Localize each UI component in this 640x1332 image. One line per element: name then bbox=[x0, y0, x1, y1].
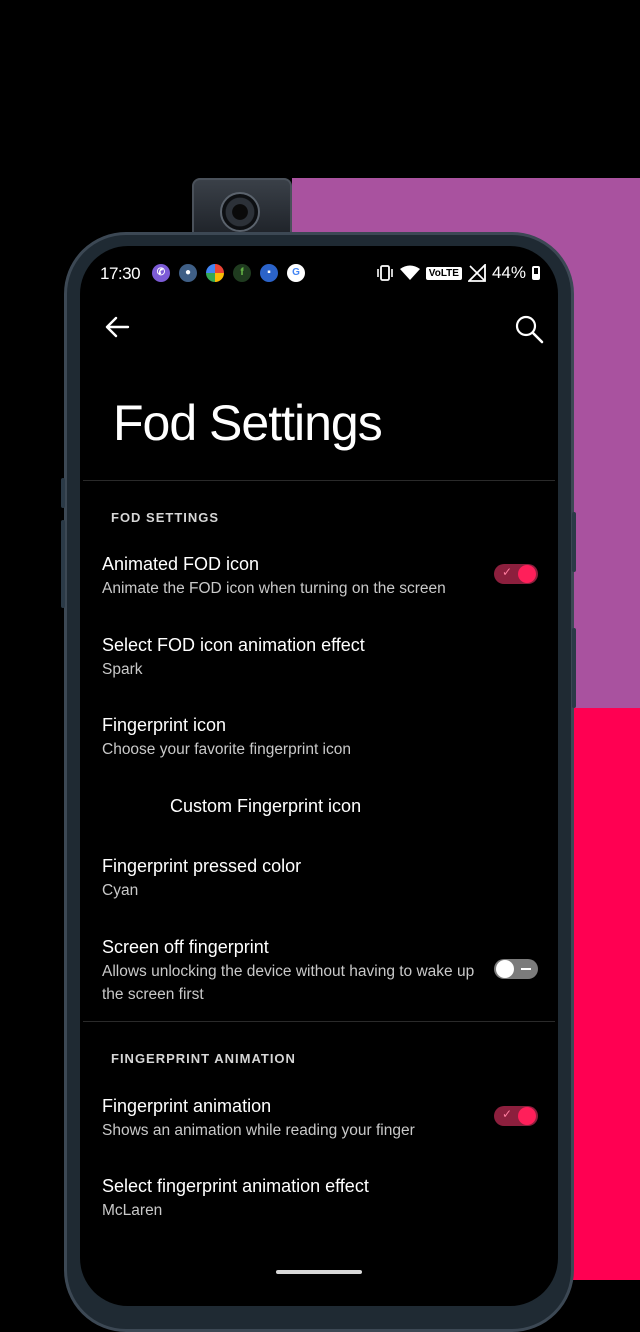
check-icon: ✓ bbox=[502, 565, 513, 579]
setting-title: Custom Fingerprint icon bbox=[170, 796, 362, 816]
setting-subtitle: Spark bbox=[102, 661, 143, 678]
gesture-nav-bar[interactable] bbox=[276, 1270, 362, 1274]
setting-fingerprint-animation[interactable]: Fingerprint animation Shows an animation… bbox=[102, 1096, 542, 1142]
camera-lens-icon bbox=[220, 192, 260, 232]
volte-badge: VoLTE bbox=[425, 266, 462, 280]
phone-button bbox=[61, 520, 65, 608]
status-bar: 17:30 ✆ ● f ▪ G VoLTE 44% bbox=[80, 246, 558, 302]
toggle-knob bbox=[518, 565, 536, 583]
setting-animated-fod-icon[interactable]: Animated FOD icon Animate the FOD icon w… bbox=[102, 554, 542, 600]
wifi-icon bbox=[399, 265, 420, 280]
steam-icon: ● bbox=[179, 264, 197, 282]
setting-screen-off-fingerprint[interactable]: Screen off fingerprint Allows unlocking … bbox=[102, 937, 477, 1006]
phone-screen: 17:30 ✆ ● f ▪ G VoLTE 44% Fod Settings F… bbox=[80, 246, 558, 1306]
divider bbox=[83, 1021, 555, 1022]
battery-percent: 44% bbox=[491, 263, 526, 282]
setting-title: Select fingerprint animation effect bbox=[102, 1176, 369, 1196]
setting-title: Select FOD icon animation effect bbox=[102, 635, 365, 655]
section-header-fingerprint-animation: FINGERPRINT ANIMATION bbox=[111, 1051, 296, 1066]
setting-subtitle: Choose your favorite fingerprint icon bbox=[102, 741, 351, 758]
setting-subtitle: McLaren bbox=[102, 1202, 163, 1219]
check-icon: ✓ bbox=[502, 1107, 513, 1121]
setting-title: Fingerprint icon bbox=[102, 715, 227, 735]
setting-subtitle: Allows unlocking the device without havi… bbox=[102, 963, 475, 1003]
back-arrow-icon[interactable] bbox=[102, 312, 132, 342]
fingerprint-animation-toggle[interactable]: ✓ bbox=[494, 1106, 538, 1126]
vibrate-icon bbox=[376, 265, 393, 281]
feedly-icon: f bbox=[233, 264, 251, 282]
setting-subtitle: Cyan bbox=[102, 882, 139, 899]
setting-fingerprint-animation-effect[interactable]: Select fingerprint animation effect McLa… bbox=[102, 1176, 542, 1222]
signal-icon bbox=[467, 264, 486, 282]
setting-title: Fingerprint pressed color bbox=[102, 856, 302, 876]
phone-button bbox=[61, 478, 65, 508]
animated-fod-icon-toggle[interactable]: ✓ bbox=[494, 564, 538, 584]
toggle-knob bbox=[518, 1107, 536, 1125]
section-header-fod-settings: FOD SETTINGS bbox=[111, 510, 220, 525]
phone-button bbox=[572, 512, 576, 572]
divider bbox=[83, 480, 555, 481]
setting-subtitle: Shows an animation while reading your fi… bbox=[102, 1122, 415, 1139]
toolbar bbox=[80, 308, 558, 352]
status-time: 17:30 bbox=[100, 264, 141, 283]
google-icon: G bbox=[287, 264, 305, 282]
setting-fingerprint-pressed-color[interactable]: Fingerprint pressed color Cyan bbox=[102, 856, 542, 902]
page-title: Fod Settings bbox=[113, 395, 383, 451]
setting-subtitle: Animate the FOD icon when turning on the… bbox=[102, 580, 446, 597]
status-indicators: VoLTE 44% bbox=[376, 263, 540, 283]
viber-icon: ✆ bbox=[152, 264, 170, 282]
setting-custom-fingerprint-icon[interactable]: Custom Fingerprint icon bbox=[170, 796, 558, 817]
search-icon[interactable] bbox=[514, 314, 544, 344]
phone-button bbox=[572, 628, 576, 708]
setting-fingerprint-icon[interactable]: Fingerprint icon Choose your favorite fi… bbox=[102, 715, 542, 761]
setting-title: Animated FOD icon bbox=[102, 554, 260, 574]
photos-icon bbox=[206, 264, 224, 282]
gallery-icon: ▪ bbox=[260, 264, 278, 282]
toggle-knob bbox=[496, 960, 514, 978]
setting-fod-animation-effect[interactable]: Select FOD icon animation effect Spark bbox=[102, 635, 542, 681]
setting-title: Screen off fingerprint bbox=[102, 937, 269, 957]
screen-off-fingerprint-toggle[interactable] bbox=[494, 959, 538, 979]
battery-icon bbox=[532, 266, 540, 280]
dash-icon bbox=[521, 968, 531, 970]
setting-title: Fingerprint animation bbox=[102, 1096, 272, 1116]
